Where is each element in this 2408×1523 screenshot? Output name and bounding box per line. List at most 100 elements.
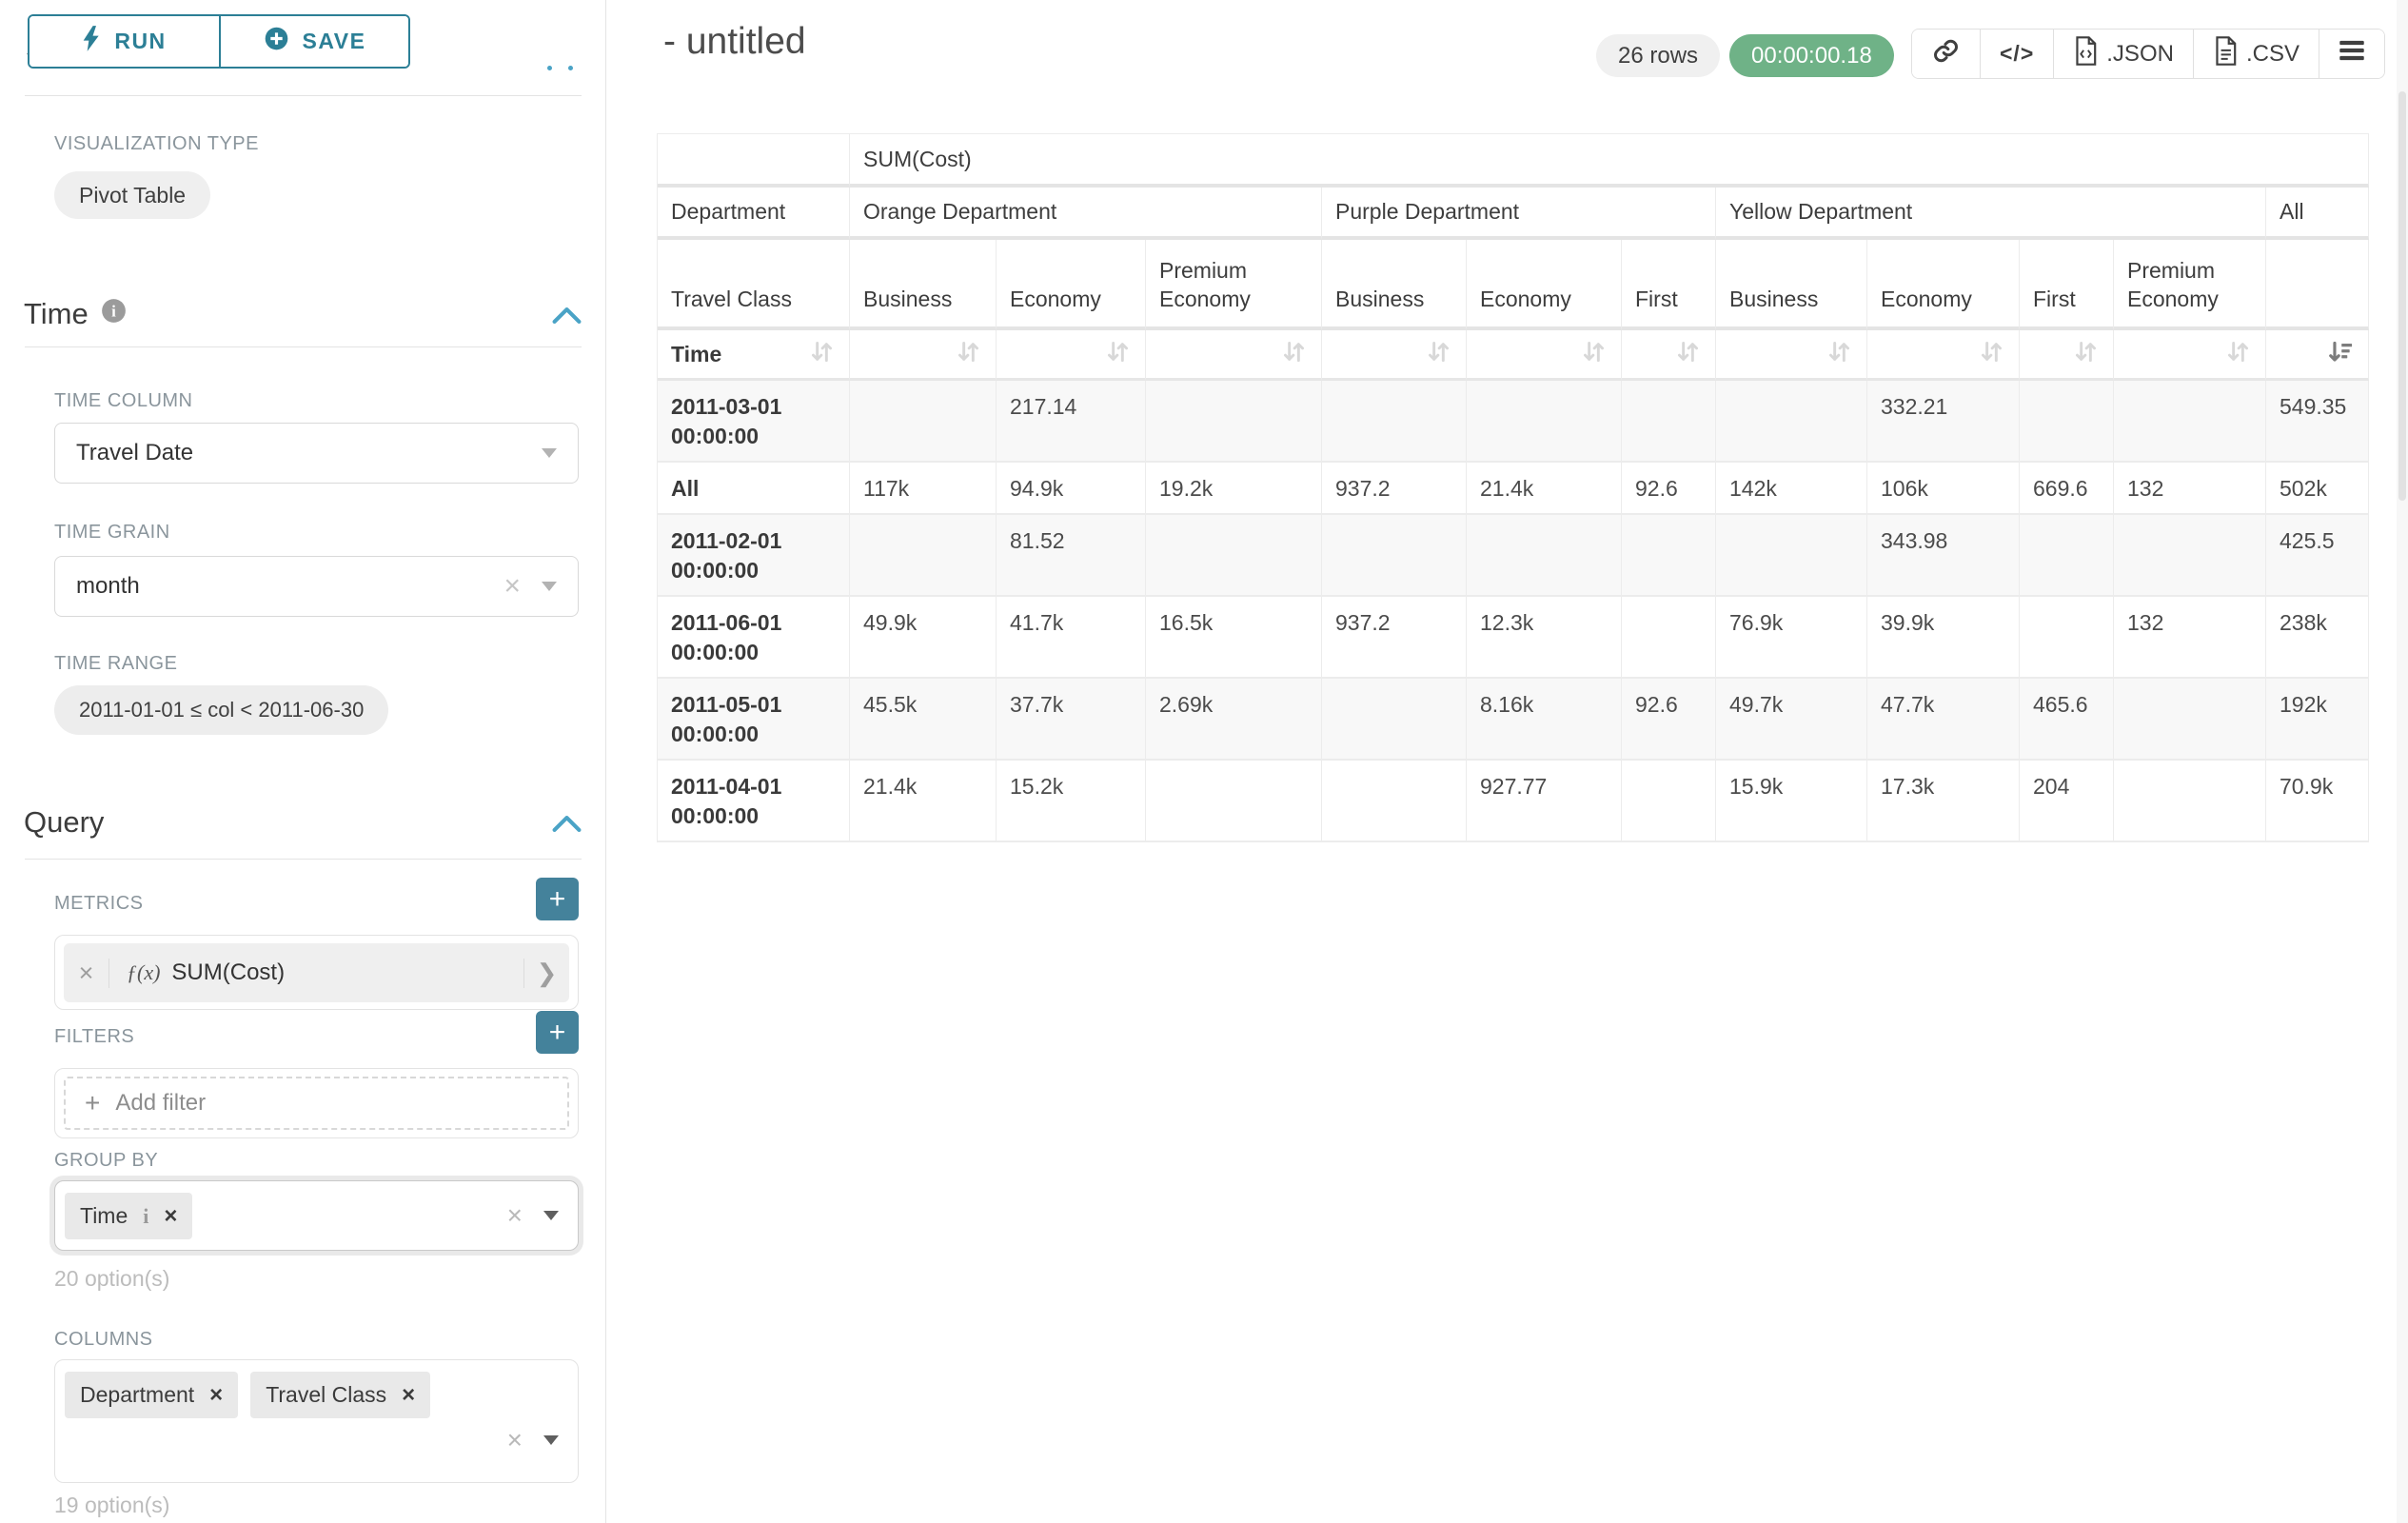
file-csv-icon (2213, 36, 2239, 72)
value-cell: 2.69k (1146, 679, 1322, 761)
time-dimension-label: Time (671, 342, 721, 367)
time-grain-label: TIME GRAIN (54, 522, 170, 544)
value-cell (2020, 515, 2114, 597)
query-section-title: Query (24, 805, 104, 840)
remove-pill-icon[interactable]: × (164, 1203, 177, 1230)
value-cell: 217.14 (997, 381, 1146, 463)
menu-button[interactable] (2319, 30, 2384, 78)
value-cell: 94.9k (997, 463, 1146, 515)
sort-icon[interactable] (2224, 338, 2252, 371)
columns-label: COLUMNS (54, 1329, 153, 1351)
sort-desc-icon[interactable] (2326, 338, 2355, 371)
value-cell: 669.6 (2020, 463, 2114, 515)
run-button-label: RUN (114, 29, 166, 54)
selected-option-pill[interactable]: Department× (65, 1372, 238, 1418)
metric-body[interactable]: ƒ(x) SUM(Cost) (109, 959, 523, 986)
value-cell: 192k (2266, 679, 2369, 761)
time-section-header[interactable]: Time i (24, 297, 127, 331)
filters-container: + Add filter (54, 1068, 579, 1138)
value-cell (1622, 597, 1716, 679)
value-cell: 204 (2020, 761, 2114, 842)
divider (25, 95, 582, 96)
menu-icon (2339, 39, 2365, 69)
link-button[interactable] (1912, 30, 1980, 78)
metric-pill[interactable]: × ƒ(x) SUM(Cost) ❯ (64, 943, 569, 1002)
selected-option-pill[interactable]: Travel Class× (250, 1372, 430, 1418)
run-button[interactable]: RUN (30, 16, 219, 67)
value-cell: 39.9k (1867, 597, 2020, 679)
pivot-table: SUM(Cost)DepartmentOrange DepartmentPurp… (657, 133, 2369, 842)
sort-icon[interactable] (1104, 338, 1132, 371)
time-range-pill[interactable]: 2011-01-01 ≤ col < 2011-06-30 (54, 685, 388, 735)
remove-pill-icon[interactable]: × (402, 1382, 415, 1409)
row-label: 2011-03-01 00:00:00 (658, 381, 850, 463)
pill-label: Time (80, 1203, 128, 1229)
value-cell (1622, 761, 1716, 842)
sort-icon[interactable] (808, 338, 836, 371)
add-metric-button[interactable]: + (536, 878, 579, 920)
value-cell: 92.6 (1622, 463, 1716, 515)
value-cell (2114, 679, 2266, 761)
chevron-right-icon[interactable]: ❯ (523, 959, 569, 988)
scrollbar-thumb[interactable] (2398, 91, 2406, 501)
add-filter-button[interactable]: + Add filter (64, 1077, 569, 1130)
remove-metric-icon[interactable]: × (64, 959, 109, 988)
value-cell (1467, 515, 1622, 597)
table-row: 2011-06-01 00:00:0049.9k41.7k16.5k937.21… (658, 597, 2369, 679)
row-label: 2011-05-01 00:00:00 (658, 679, 850, 761)
clear-icon[interactable]: × (507, 1202, 523, 1229)
columns-select[interactable]: Department× Travel Class× × (54, 1359, 579, 1483)
value-cell: 21.4k (1467, 463, 1622, 515)
chart-title[interactable]: - untitled (663, 21, 806, 63)
value-cell: 49.7k (1716, 679, 1867, 761)
sort-icon[interactable] (2072, 338, 2100, 371)
code-button[interactable]: </> (1980, 30, 2053, 78)
scrollbar[interactable] (2397, 0, 2408, 1523)
row-label: 2011-04-01 00:00:00 (658, 761, 850, 842)
value-cell: 49.9k (850, 597, 997, 679)
row-label: All (658, 463, 850, 515)
chevron-down-icon[interactable] (543, 1435, 559, 1445)
group-by-options-hint: 20 option(s) (54, 1266, 169, 1292)
sort-icon[interactable] (955, 338, 982, 371)
clear-icon[interactable]: × (507, 1427, 523, 1454)
sort-icon[interactable] (1826, 338, 1853, 371)
table-row: 2011-03-01 00:00:00217.14332.21549.35 (658, 381, 2369, 463)
visualization-type-pill[interactable]: Pivot Table (54, 171, 210, 219)
superset-explore-view: Chart Type RUN SAVE VISUALIZATION TYPE P… (0, 0, 2408, 1523)
query-timer-badge: 00:00:00.18 (1729, 34, 1894, 77)
table-row: 2011-02-01 00:00:0081.52343.98425.5 (658, 515, 2369, 597)
chevron-down-icon[interactable] (543, 1211, 559, 1220)
add-filter-plus-button[interactable]: + (536, 1011, 579, 1054)
remove-pill-icon[interactable]: × (209, 1382, 223, 1409)
column-header: First (2020, 240, 2114, 330)
toolbar-button-label: .JSON (2106, 41, 2174, 68)
panel-resize-handle[interactable] (547, 66, 573, 70)
chevron-up-icon[interactable] (552, 815, 582, 838)
value-cell: 17.3k (1867, 761, 2020, 842)
value-cell: 70.9k (2266, 761, 2369, 842)
sort-icon[interactable] (1674, 338, 1702, 371)
sort-icon[interactable] (1978, 338, 2005, 371)
time-grain-select[interactable]: month × (54, 556, 579, 617)
clear-icon[interactable]: × (503, 572, 521, 601)
selected-option-pill[interactable]: Timei× (65, 1193, 192, 1239)
export-json-button[interactable]: .JSON (2053, 30, 2193, 78)
value-cell: 76.9k (1716, 597, 1867, 679)
save-button[interactable]: SAVE (219, 16, 408, 67)
divider (25, 346, 582, 347)
group-by-select[interactable]: Timei× × (54, 1180, 579, 1251)
value-cell: 41.7k (997, 597, 1146, 679)
value-cell (2114, 761, 2266, 842)
sort-icon[interactable] (1580, 338, 1608, 371)
column-group-header: Yellow Department (1716, 188, 2266, 240)
sort-icon[interactable] (1280, 338, 1308, 371)
query-section-header[interactable]: Query (24, 805, 104, 840)
chevron-up-icon[interactable] (552, 307, 582, 329)
time-column-select[interactable]: Travel Date (54, 423, 579, 484)
value-cell: 47.7k (1867, 679, 2020, 761)
sort-icon[interactable] (1425, 338, 1452, 371)
value-cell: 8.16k (1467, 679, 1622, 761)
export-csv-button[interactable]: .CSV (2193, 30, 2319, 78)
table-row: 2011-05-01 00:00:0045.5k37.7k2.69k8.16k9… (658, 679, 2369, 761)
